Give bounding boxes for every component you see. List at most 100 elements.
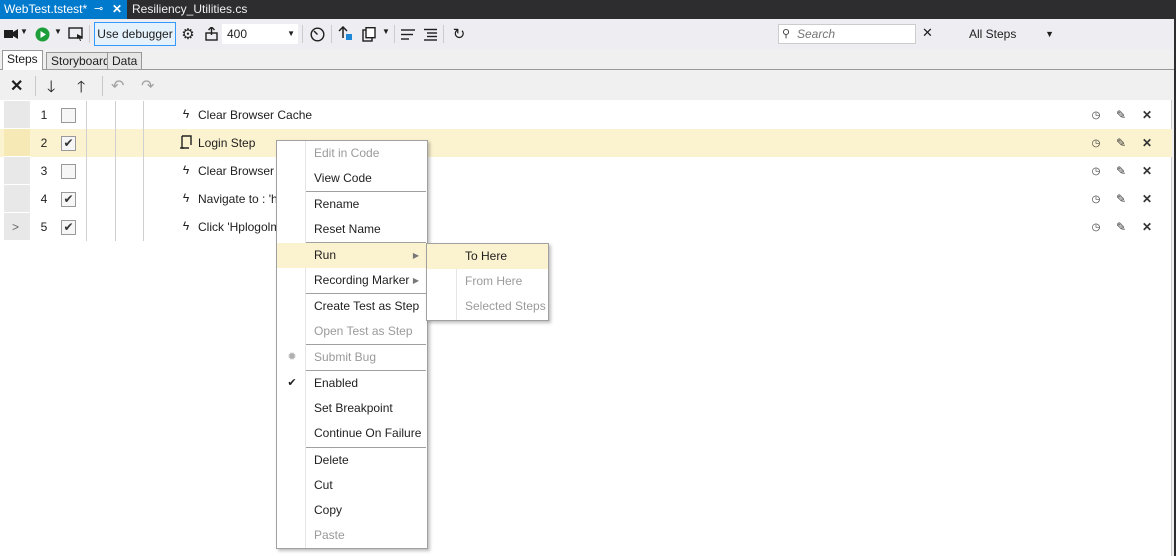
menu-item-create-test-as-step[interactable]: Create Test as Step [277,294,427,319]
tab-data[interactable]: Data [107,52,143,70]
remove-step-icon[interactable]: ✕ [1140,164,1154,178]
menu-item-copy[interactable]: Copy [277,498,427,523]
menu-item-submit-bug[interactable]: ✹ Submit Bug [277,345,427,370]
menu-item-recording-marker-label: Recording Marker [314,273,410,287]
step-description[interactable]: Click 'Hplogolma [198,213,287,241]
step-enabled-checkbox[interactable] [61,164,76,179]
submenu-item-selected-steps[interactable]: Selected Steps [427,294,548,319]
toolbar-separator [302,25,303,43]
step-number: 3 [40,164,48,178]
grid-divider [143,101,144,129]
remove-step-icon[interactable]: ✕ [1140,220,1154,234]
lightning-icon: ϟ [182,163,190,177]
menu-item-continue-on-failure[interactable]: Continue On Failure [277,421,427,446]
step-row[interactable]: 3 ϟ Clear Browser C ◷ ✎ ✕ [0,157,1172,185]
stopwatch-icon[interactable]: ◷ [1089,192,1103,206]
step-filter-dropdown[interactable]: All Steps ▼ [960,24,1060,44]
speed-dropdown[interactable]: 400 ▼ [222,24,298,44]
search-input[interactable] [795,26,913,42]
record-dropdown-icon[interactable]: ▼ [20,27,28,36]
search-box[interactable]: ⚲ [778,24,916,44]
menu-item-run[interactable]: Run ▶ [277,243,427,268]
menu-item-open-test-as-step[interactable]: Open Test as Step [277,319,427,344]
browser-run-icon[interactable] [68,26,84,42]
row-header-expander[interactable]: > [4,213,30,241]
toolbar-separator [35,76,36,96]
settings-gear-icon[interactable]: ⚙ [180,26,196,43]
row-header[interactable] [4,129,30,157]
step-description[interactable]: Clear Browser C [198,157,286,185]
clear-search-icon[interactable]: ✕ [922,25,933,41]
pin-icon[interactable]: ⊸ [94,0,103,19]
row-header[interactable] [4,185,30,213]
menu-item-delete[interactable]: Delete [277,448,427,473]
move-up-icon[interactable]: 🡑 [77,76,85,103]
grid-divider [115,157,116,185]
menu-item-edit-in-code[interactable]: Edit in Code [277,141,427,166]
step-description[interactable]: Login Step [198,129,255,157]
storage-icon[interactable] [361,26,377,42]
submenu-item-from-here[interactable]: From Here [427,269,548,294]
remove-step-icon[interactable]: ✕ [1140,136,1154,150]
stopwatch-icon[interactable]: ◷ [1089,220,1103,234]
menu-item-set-breakpoint[interactable]: Set Breakpoint [277,396,427,421]
move-down-icon[interactable]: 🡓 [47,76,55,103]
run-icon[interactable] [34,26,50,42]
menu-item-submit-bug-label: Submit Bug [314,350,377,364]
step-row[interactable]: > 5 ✔ ϟ Click 'Hplogolma ◷ ✎ ✕ [0,213,1172,241]
tab-steps[interactable]: Steps [2,50,43,71]
menu-item-paste[interactable]: Paste [277,523,427,548]
row-header[interactable] [4,101,30,129]
element-sync-icon[interactable] [337,26,353,42]
stopwatch-icon[interactable]: ◷ [1089,108,1103,122]
format-wrap-icon[interactable] [400,26,416,42]
record-icon[interactable] [3,26,19,42]
step-description[interactable]: Clear Browser Cache [198,101,312,129]
step-enabled-checkbox[interactable]: ✔ [61,192,76,207]
step-enabled-checkbox[interactable]: ✔ [61,136,76,151]
run-dropdown-icon[interactable]: ▼ [54,27,62,36]
use-debugger-button[interactable]: Use debugger [94,22,176,46]
test-step-icon [180,135,192,152]
close-tab-icon[interactable]: ✕ [112,0,122,19]
grid-divider [115,101,116,129]
tab-resiliency-utilities[interactable]: Resiliency_Utilities.cs [128,0,248,19]
storage-dropdown-icon[interactable]: ▼ [382,27,390,36]
format-indent-icon[interactable] [422,26,438,42]
menu-item-recording-marker[interactable]: Recording Marker ▶ [277,268,427,293]
step-number: 4 [40,192,48,206]
remove-step-icon[interactable]: ✕ [1140,108,1154,122]
edit-pencil-icon[interactable]: ✎ [1114,164,1128,178]
run-submenu: To Here From Here Selected Steps [426,243,549,321]
menu-item-rename[interactable]: Rename [277,192,427,217]
grid-divider [143,157,144,185]
delete-step-icon[interactable]: ✕ [10,76,23,96]
menu-item-enabled[interactable]: ✔ Enabled [277,371,427,396]
stopwatch-icon[interactable]: ◷ [1089,164,1103,178]
grid-divider [86,129,87,157]
timeout-clock-icon[interactable] [309,26,325,42]
redo-icon[interactable]: ↷ [141,76,154,96]
step-enabled-checkbox[interactable] [61,108,76,123]
refresh-icon[interactable]: ↻ [451,26,467,43]
step-row[interactable]: 4 ✔ ϟ Navigate to : 'htt ◷ ✎ ✕ [0,185,1172,213]
edit-pencil-icon[interactable]: ✎ [1114,136,1128,150]
stopwatch-icon[interactable]: ◷ [1089,136,1103,150]
edit-pencil-icon[interactable]: ✎ [1114,220,1128,234]
steps-toolbar: ✕ 🡓 🡑 ↶ ↷ [0,70,1172,100]
step-row[interactable]: 2 ✔ Login Step ◷ ✎ ✕ [0,129,1172,157]
row-header[interactable] [4,157,30,185]
step-enabled-checkbox[interactable]: ✔ [61,220,76,235]
edit-pencil-icon[interactable]: ✎ [1114,108,1128,122]
undo-icon[interactable]: ↶ [111,76,124,96]
edit-pencil-icon[interactable]: ✎ [1114,192,1128,206]
menu-item-cut[interactable]: Cut [277,473,427,498]
menu-item-view-code[interactable]: View Code [277,166,427,191]
tab-webtest[interactable]: WebTest.tstest* ⊸ ✕ [0,0,127,19]
tab-storyboard[interactable]: Storyboard [46,52,115,70]
menu-item-reset-name[interactable]: Reset Name [277,217,427,242]
step-description[interactable]: Navigate to : 'htt [198,185,284,213]
remove-step-icon[interactable]: ✕ [1140,192,1154,206]
submenu-item-to-here[interactable]: To Here [427,244,548,269]
step-row[interactable]: 1 ϟ Clear Browser Cache ◷ ✎ ✕ [0,101,1172,129]
